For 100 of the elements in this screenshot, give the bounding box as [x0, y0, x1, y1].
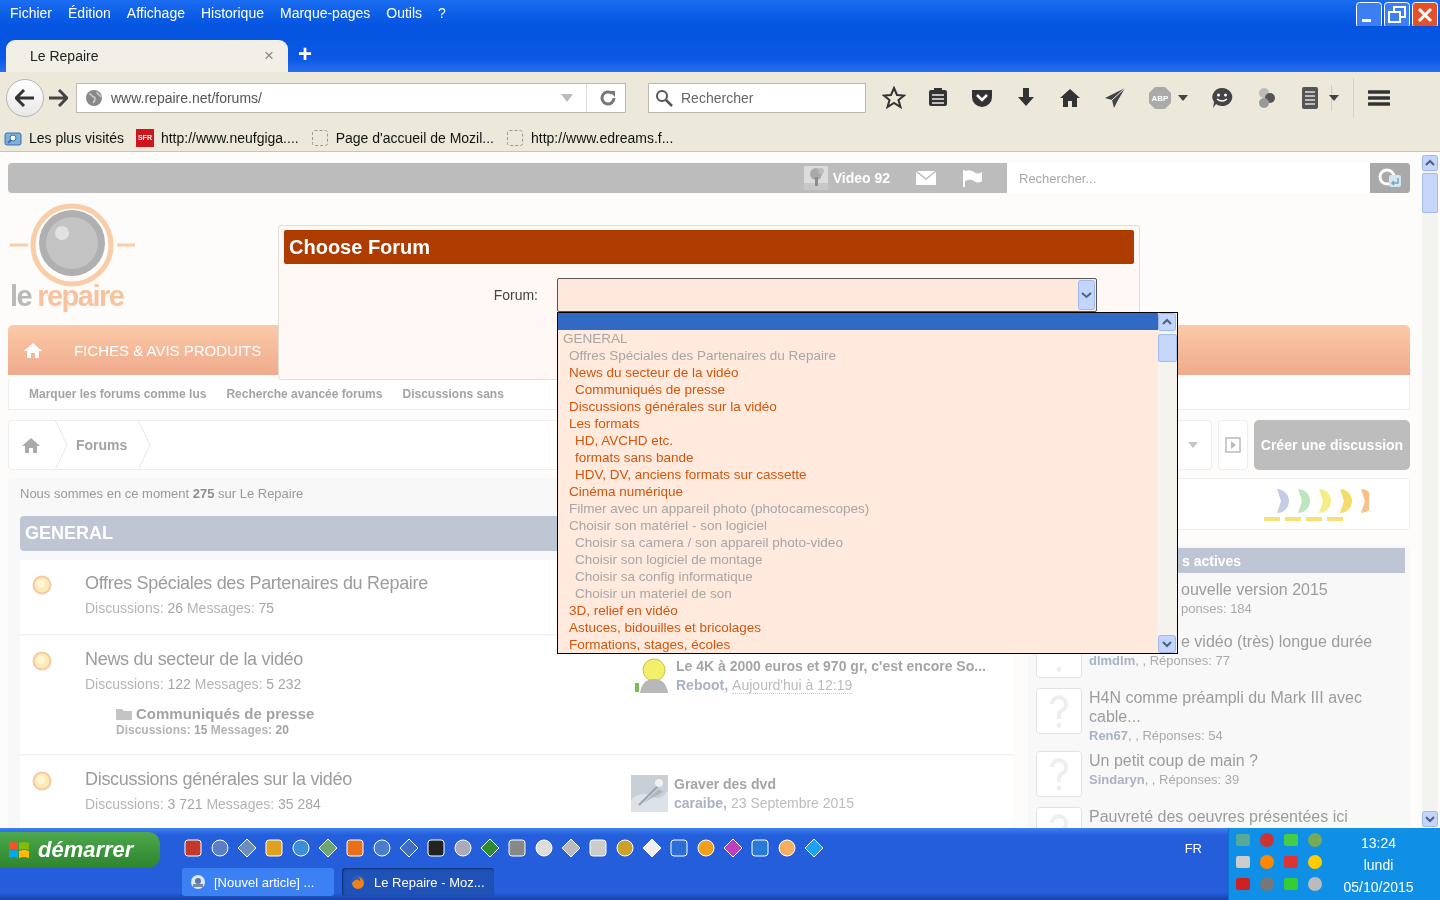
- app-icon[interactable]: [480, 838, 500, 858]
- thread-title-link[interactable]: H4N comme préampli du Mark III avec cable...: [1089, 688, 1405, 726]
- post-date-link[interactable]: Aujourd'hui à 12:19: [732, 677, 853, 694]
- menu-item[interactable]: Outils: [378, 5, 431, 21]
- username-link[interactable]: Sindaryn: [1089, 772, 1145, 787]
- bookmark-item[interactable]: Page d'accueil de Mozil...: [310, 128, 494, 147]
- scroll-up-button[interactable]: [1422, 155, 1438, 171]
- app-icon[interactable]: [372, 838, 392, 858]
- forum-stats: Discussions: 15 Messages: 20: [116, 722, 289, 738]
- reload-button[interactable]: [599, 89, 617, 107]
- bookmark-item[interactable]: http://www.edreams.f...: [506, 128, 674, 147]
- caret-icon[interactable]: [1177, 94, 1189, 102]
- app-icon[interactable]: [561, 838, 581, 858]
- thread-title-link[interactable]: Un petit coup de main ?: [1089, 751, 1258, 770]
- app-icon[interactable]: [750, 838, 770, 858]
- language-indicator[interactable]: FR: [1184, 840, 1202, 856]
- restore-button[interactable]: [1384, 2, 1410, 28]
- scroll-up-button[interactable]: [1158, 313, 1176, 331]
- thread-title-link[interactable]: Pauvreté des oeuvres présentées ici: [1089, 807, 1348, 826]
- app-icon[interactable]: [291, 838, 311, 858]
- menu-item[interactable]: Historique: [192, 5, 272, 21]
- menu-item[interactable]: Marque-pages: [272, 5, 379, 21]
- forward-button[interactable]: [48, 89, 68, 107]
- create-discussion-button[interactable]: Créer une discussion: [1254, 420, 1410, 470]
- app-icon[interactable]: [804, 838, 824, 858]
- subnav-link[interactable]: Marquer les forums comme lus: [29, 386, 207, 401]
- app-icon[interactable]: [507, 838, 527, 858]
- browser-tab[interactable]: Le Repaire ×: [6, 40, 288, 72]
- scroll-down-button[interactable]: [1158, 635, 1176, 653]
- app-icon[interactable]: [345, 838, 365, 858]
- app-icon[interactable]: [237, 838, 257, 858]
- minimize-button[interactable]: [1356, 2, 1382, 28]
- app-icon[interactable]: [723, 838, 743, 858]
- username-link[interactable]: Reboot,: [676, 677, 729, 693]
- thread-meta: ponses: 184: [1181, 601, 1252, 616]
- back-button[interactable]: [6, 79, 44, 117]
- search-field[interactable]: Rechercher: [648, 83, 866, 113]
- document-icon[interactable]: [1300, 85, 1320, 111]
- placeholder-avatar-icon: [1036, 688, 1082, 734]
- thread-title-link[interactable]: Graver des dvd: [674, 775, 776, 793]
- app-icon[interactable]: [696, 838, 716, 858]
- forum-title-link[interactable]: Offres Spéciales des Partenaires du Repaire: [85, 572, 428, 594]
- taskbar-button[interactable]: Le Repaire - Moz...: [342, 868, 494, 896]
- blank-page-icon: [310, 128, 329, 147]
- new-tab-button[interactable]: +: [298, 40, 312, 68]
- taskbar-button[interactable]: [Nouvel article] ...: [182, 868, 334, 896]
- app-icon[interactable]: [642, 838, 662, 858]
- app-icon[interactable]: [588, 838, 608, 858]
- search-input[interactable]: Rechercher: [679, 89, 859, 107]
- menu-item[interactable]: Édition: [60, 5, 119, 21]
- menu-item[interactable]: Affichage: [118, 5, 193, 21]
- scrollbar[interactable]: [1422, 155, 1438, 827]
- app-icon[interactable]: [264, 838, 284, 858]
- bookmark-item[interactable]: Les plus visités: [4, 129, 124, 146]
- app-icon[interactable]: [453, 838, 473, 858]
- app-icon[interactable]: [210, 838, 230, 858]
- nav-tab[interactable]: FICHES & AVIS PRODUITS: [74, 341, 262, 359]
- app-icon[interactable]: [426, 838, 446, 858]
- subnav-link[interactable]: Discussions sans: [402, 386, 504, 401]
- paper-plane-icon[interactable]: [1103, 86, 1127, 110]
- url-input[interactable]: www.repaire.net/forums/: [109, 89, 554, 107]
- subnav-link[interactable]: Recherche avancée forums: [226, 386, 383, 401]
- app-icon[interactable]: [777, 838, 797, 858]
- username-link[interactable]: Ren67: [1089, 728, 1129, 743]
- adblock-icon[interactable]: ABP: [1148, 86, 1172, 110]
- app-icon[interactable]: [669, 838, 689, 858]
- subforum-link[interactable]: Communiqués de presse: [136, 705, 315, 722]
- chat-smiley-icon[interactable]: [1210, 86, 1234, 110]
- globe-icon: [85, 89, 103, 107]
- caret-icon[interactable]: [1328, 94, 1340, 102]
- app-icon[interactable]: [615, 838, 635, 858]
- home-icon[interactable]: [1058, 86, 1082, 110]
- search-input[interactable]: Rechercher...: [1007, 169, 1361, 187]
- browser-icon: [350, 874, 366, 890]
- scroll-thumb[interactable]: [1158, 334, 1177, 362]
- close-button[interactable]: [1412, 2, 1438, 28]
- scroll-down-button[interactable]: [1422, 811, 1438, 827]
- username-link[interactable]: Video 92: [832, 170, 890, 186]
- search-field[interactable]: Rechercher...: [1007, 163, 1370, 193]
- menu-item[interactable]: ?: [430, 5, 454, 21]
- scroll-thumb[interactable]: [1422, 173, 1438, 213]
- thread-title-link[interactable]: Le 4K à 2000 euros et 970 gr, c'est encore So...: [676, 657, 986, 675]
- forum-title-link[interactable]: News du secteur de la vidéo: [85, 648, 304, 670]
- app-icon[interactable]: [534, 838, 554, 858]
- post-date-link[interactable]: 23 Septembre 2015: [730, 795, 854, 811]
- bookmark-star-icon[interactable]: [882, 86, 906, 110]
- app-icon[interactable]: [399, 838, 419, 858]
- menu-item[interactable]: Fichier: [2, 5, 60, 21]
- breadcrumb-link[interactable]: Forums: [76, 437, 128, 453]
- thread-title-link[interactable]: ouvelle version 2015: [1181, 580, 1328, 599]
- scrollbar[interactable]: [1158, 313, 1177, 653]
- forum-stats: Discussions: 26 Messages: 75: [85, 599, 275, 618]
- app-icon[interactable]: [318, 838, 338, 858]
- logo-text: le repaire: [10, 281, 125, 311]
- username-link[interactable]: caraibe,: [674, 795, 727, 811]
- tab-close-button[interactable]: ×: [264, 46, 274, 66]
- menu-icon[interactable]: [1368, 89, 1390, 107]
- forum-title-link[interactable]: Discussions générales sur la vidéo: [85, 768, 352, 790]
- address-field[interactable]: www.repaire.net/forums/: [76, 83, 626, 113]
- start-button[interactable]: démarrer: [0, 832, 160, 868]
